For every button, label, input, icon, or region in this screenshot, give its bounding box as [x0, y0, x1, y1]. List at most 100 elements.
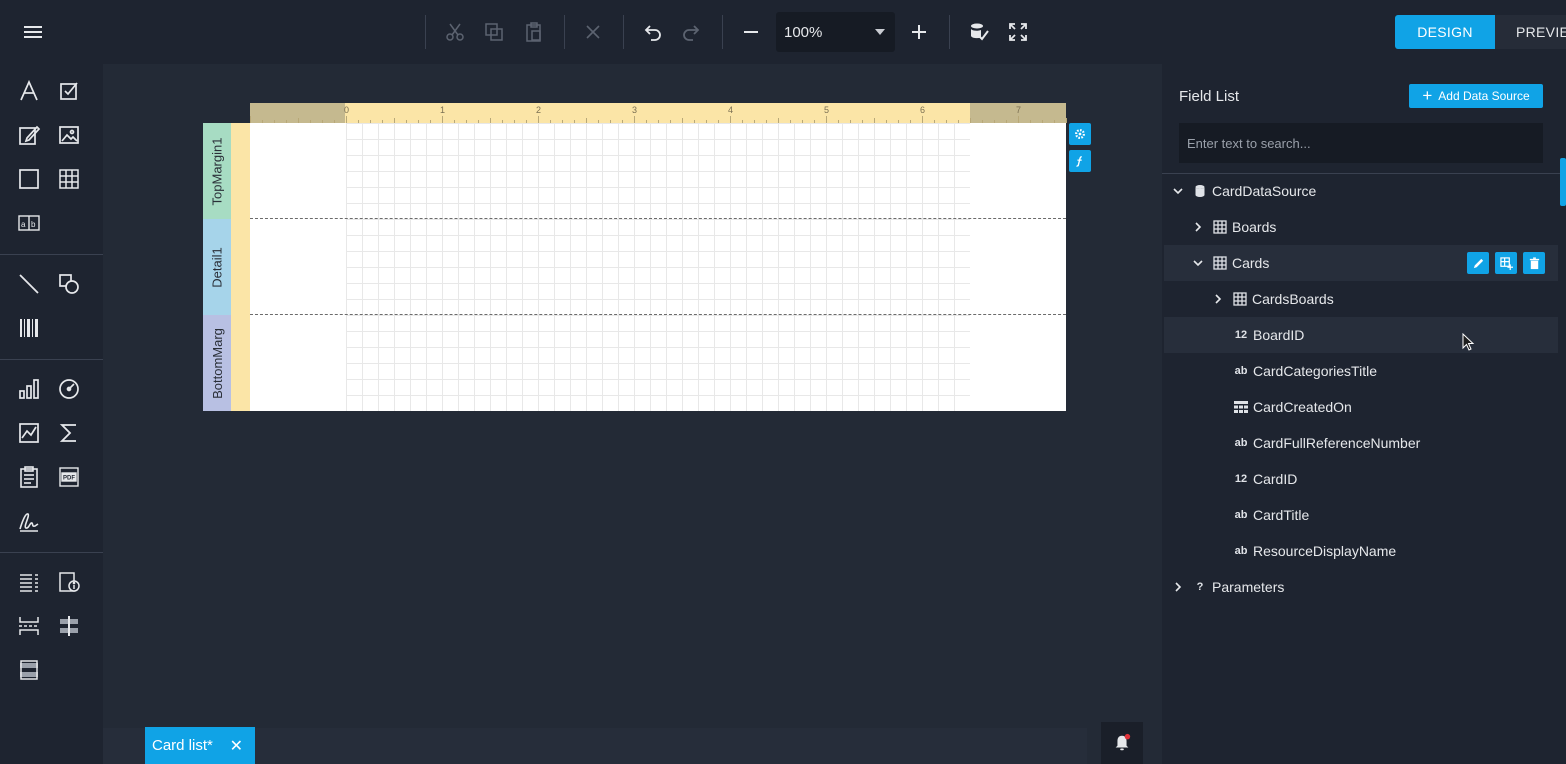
add-calculated-field-icon[interactable]: [1495, 252, 1517, 274]
cut-icon[interactable]: [439, 16, 471, 48]
undo-icon[interactable]: [636, 16, 668, 48]
tree-item-label: ResourceDisplayName: [1253, 543, 1397, 559]
horizontal-ruler: 0 1 2 3 4 5 6 7: [250, 103, 1067, 123]
fullscreen-icon[interactable]: [1002, 16, 1034, 48]
tree-item-label: Cards: [1232, 255, 1270, 271]
signature-tool-icon[interactable]: [14, 506, 44, 536]
tree-item-card-data-source[interactable]: CardDataSource: [1164, 173, 1558, 209]
toolbar-separator: [425, 15, 426, 49]
report-surface[interactable]: 0 1 2 3 4 5 6 7 TopMargin1 Detail1 Botto…: [203, 103, 1067, 411]
toolbar-separator: [564, 15, 565, 49]
ruler-number: 4: [728, 105, 734, 115]
chevron-right-icon[interactable]: [1172, 581, 1184, 593]
table-of-contents-tool-icon[interactable]: [14, 567, 44, 597]
tree-item-card-full-reference-number[interactable]: ab CardFullReferenceNumber: [1164, 425, 1558, 461]
tree-item-card-title[interactable]: ab CardTitle: [1164, 497, 1558, 533]
redo-icon[interactable]: [676, 16, 708, 48]
ruler-tick: [922, 116, 923, 123]
page-info-tool-icon[interactable]: [54, 567, 84, 597]
zoom-value: 100%: [784, 23, 823, 41]
database-icon: [1192, 184, 1208, 198]
gauge-tool-icon[interactable]: [54, 374, 84, 404]
delete-icon[interactable]: [577, 16, 609, 48]
rich-text-tool-icon[interactable]: [14, 120, 44, 150]
chevron-right-icon[interactable]: [1212, 293, 1224, 305]
svg-text:PDF: PDF: [63, 476, 75, 482]
tree-item-card-created-on[interactable]: CardCreatedOn: [1164, 389, 1558, 425]
chevron-down-icon[interactable]: [1172, 185, 1184, 197]
line-tool-icon[interactable]: [14, 269, 44, 299]
chevron-right-icon[interactable]: [1192, 221, 1204, 233]
tree-item-label: CardFullReferenceNumber: [1253, 435, 1421, 451]
vertical-ruler: [231, 123, 250, 411]
label-tool-icon[interactable]: [14, 76, 44, 106]
cross-band-line-tool-icon[interactable]: [54, 611, 84, 641]
tree-item-label: CardTitle: [1253, 507, 1310, 523]
field-search-input[interactable]: [1179, 123, 1543, 163]
paste-icon[interactable]: [518, 16, 550, 48]
toolbar-separator: [949, 15, 950, 49]
checkbox-tool-icon[interactable]: [54, 76, 84, 106]
barcode-tool-icon[interactable]: [14, 313, 44, 343]
shape-tool-icon[interactable]: [54, 269, 84, 299]
tree-item-cards-boards[interactable]: CardsBoards: [1164, 281, 1558, 317]
close-icon[interactable]: ✕: [230, 736, 243, 756]
string-type-icon: ab: [1234, 365, 1248, 377]
tree-item-resource-display-name[interactable]: ab ResourceDisplayName: [1164, 533, 1558, 569]
pdf-content-tool-icon[interactable]: PDF: [54, 462, 84, 492]
band-name: BottomMarg: [209, 327, 225, 399]
picture-tool-icon[interactable]: [54, 120, 84, 150]
expression-function-icon[interactable]: [1069, 150, 1091, 172]
report-page[interactable]: [250, 123, 1066, 411]
cross-band-box-tool-icon[interactable]: [14, 655, 44, 685]
chart-tool-icon[interactable]: [14, 374, 44, 404]
tree-item-card-id[interactable]: 12 CardID: [1164, 461, 1558, 497]
number-type-icon: 12: [1234, 329, 1248, 341]
tree-item-board-id[interactable]: 12 BoardID: [1164, 317, 1558, 353]
zoom-in-icon[interactable]: [903, 16, 935, 48]
band-label-detail[interactable]: Detail1: [203, 219, 231, 315]
edit-pencil-icon[interactable]: [1467, 252, 1489, 274]
subreport-tool-icon[interactable]: [14, 462, 44, 492]
page-break-tool-icon[interactable]: [14, 611, 44, 641]
ruler-number: 2: [536, 105, 542, 115]
ruler-tick: [346, 116, 347, 123]
tree-item-parameters[interactable]: ? Parameters: [1164, 569, 1558, 605]
trash-icon[interactable]: [1523, 252, 1545, 274]
tree-item-cards[interactable]: Cards: [1164, 245, 1558, 281]
report-settings-gear-icon[interactable]: [1069, 123, 1091, 145]
ruler-tick: [730, 116, 731, 123]
panel-tool-icon[interactable]: [14, 164, 44, 194]
sparkline-tool-icon[interactable]: [14, 418, 44, 448]
notifications-bell-icon[interactable]: [1101, 722, 1143, 764]
band-name: TopMargin1: [209, 137, 225, 205]
hamburger-menu-icon[interactable]: [17, 16, 49, 48]
zoom-out-icon[interactable]: [735, 16, 767, 48]
tree-item-boards[interactable]: Boards: [1164, 209, 1558, 245]
character-comb-tool-icon[interactable]: ab: [14, 208, 44, 238]
tree-item-label: CardCreatedOn: [1253, 399, 1352, 415]
zoom-select[interactable]: 100%: [776, 12, 895, 52]
band-label-bottom-margin[interactable]: BottomMarg: [203, 315, 231, 411]
tab-preview[interactable]: PREVIEW: [1495, 15, 1566, 49]
toolbox-separator: [0, 254, 103, 255]
validate-bindings-icon[interactable]: [963, 16, 995, 48]
scrollbar-thumb[interactable]: [1560, 158, 1566, 206]
copy-icon[interactable]: [478, 16, 510, 48]
number-type-icon: 12: [1234, 473, 1248, 485]
add-data-source-button[interactable]: + Add Data Source: [1409, 84, 1543, 108]
table-tool-icon[interactable]: [54, 164, 84, 194]
chevron-down-icon[interactable]: [1192, 257, 1204, 269]
tree-item-card-categories-title[interactable]: ab CardCategoriesTitle: [1164, 353, 1558, 389]
add-data-source-label: Add Data Source: [1438, 89, 1530, 103]
table-icon: [1232, 292, 1248, 306]
ruler-tick: [1066, 118, 1067, 123]
band-label-top-margin[interactable]: TopMargin1: [203, 123, 231, 219]
ruler-number: 6: [920, 105, 926, 115]
band-separator[interactable]: [250, 218, 1066, 219]
tab-design[interactable]: DESIGN: [1395, 15, 1495, 49]
summary-tool-icon[interactable]: [54, 418, 84, 448]
ruler-tick: [442, 116, 443, 123]
band-separator[interactable]: [250, 314, 1066, 315]
document-tab[interactable]: Card list* ✕: [145, 727, 255, 764]
